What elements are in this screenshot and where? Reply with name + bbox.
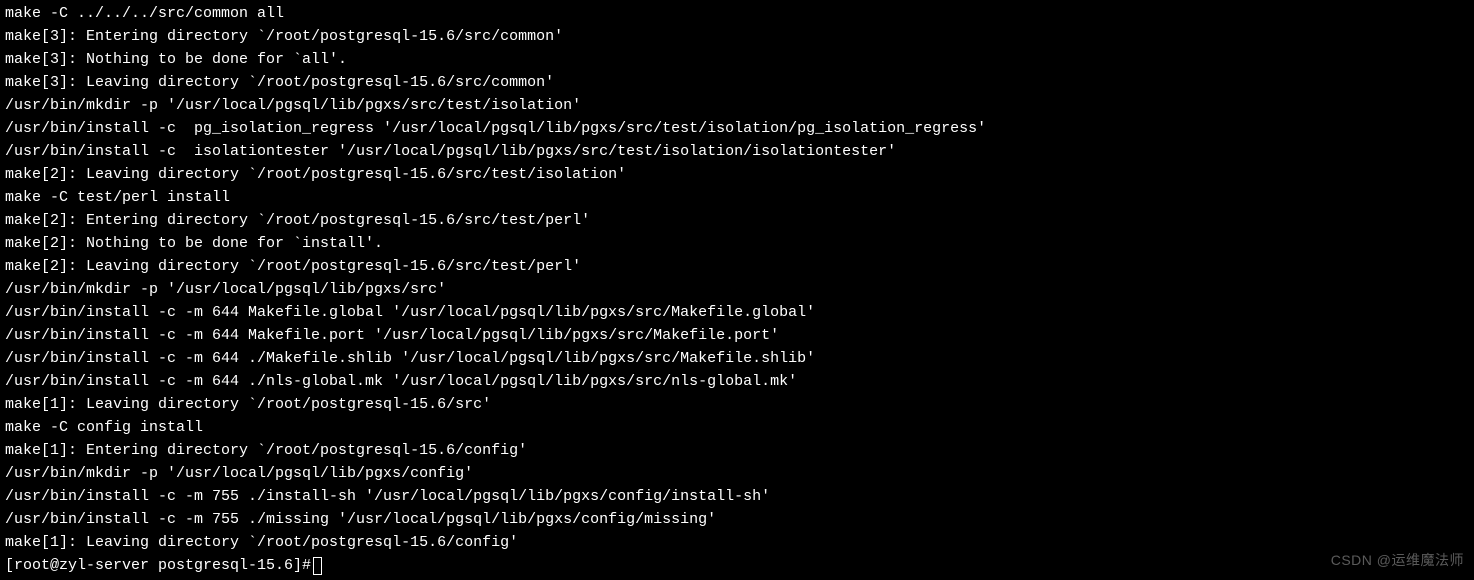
terminal-output-line: /usr/bin/install -c isolationtester '/us… bbox=[5, 140, 1469, 163]
terminal-output-line: /usr/bin/mkdir -p '/usr/local/pgsql/lib/… bbox=[5, 462, 1469, 485]
terminal-prompt: [root@zyl-server postgresql-15.6]# bbox=[5, 554, 311, 577]
terminal-prompt-line[interactable]: [root@zyl-server postgresql-15.6]# bbox=[5, 554, 1469, 577]
terminal-output-line: make[2]: Leaving directory `/root/postgr… bbox=[5, 255, 1469, 278]
terminal-output-line: make[3]: Nothing to be done for `all'. bbox=[5, 48, 1469, 71]
terminal-output-line: make[1]: Leaving directory `/root/postgr… bbox=[5, 531, 1469, 554]
terminal-output-line: /usr/bin/install -c -m 644 Makefile.glob… bbox=[5, 301, 1469, 324]
terminal-output-line: /usr/bin/install -c -m 644 ./Makefile.sh… bbox=[5, 347, 1469, 370]
terminal-output-line: make[2]: Entering directory `/root/postg… bbox=[5, 209, 1469, 232]
terminal-output-line: make[3]: Leaving directory `/root/postgr… bbox=[5, 71, 1469, 94]
terminal-output-line: /usr/bin/mkdir -p '/usr/local/pgsql/lib/… bbox=[5, 94, 1469, 117]
terminal-output-line: /usr/bin/install -c -m 755 ./install-sh … bbox=[5, 485, 1469, 508]
terminal-output-line: make[2]: Leaving directory `/root/postgr… bbox=[5, 163, 1469, 186]
terminal-output-line: /usr/bin/install -c -m 644 ./nls-global.… bbox=[5, 370, 1469, 393]
terminal-output-line: make[1]: Entering directory `/root/postg… bbox=[5, 439, 1469, 462]
terminal-output-line: /usr/bin/install -c -m 644 Makefile.port… bbox=[5, 324, 1469, 347]
terminal-output-line: /usr/bin/install -c pg_isolation_regress… bbox=[5, 117, 1469, 140]
terminal-output-line: /usr/bin/install -c -m 755 ./missing '/u… bbox=[5, 508, 1469, 531]
terminal-output-line: make -C ../../../src/common all bbox=[5, 2, 1469, 25]
watermark-text: CSDN @运维魔法师 bbox=[1331, 549, 1464, 572]
terminal-output-line: make -C test/perl install bbox=[5, 186, 1469, 209]
terminal-output-line: make[2]: Nothing to be done for `install… bbox=[5, 232, 1469, 255]
terminal-output-line: make[1]: Leaving directory `/root/postgr… bbox=[5, 393, 1469, 416]
terminal-output-line: /usr/bin/mkdir -p '/usr/local/pgsql/lib/… bbox=[5, 278, 1469, 301]
terminal-cursor bbox=[313, 557, 322, 575]
terminal-output-line: make -C config install bbox=[5, 416, 1469, 439]
terminal-output-line: make[3]: Entering directory `/root/postg… bbox=[5, 25, 1469, 48]
